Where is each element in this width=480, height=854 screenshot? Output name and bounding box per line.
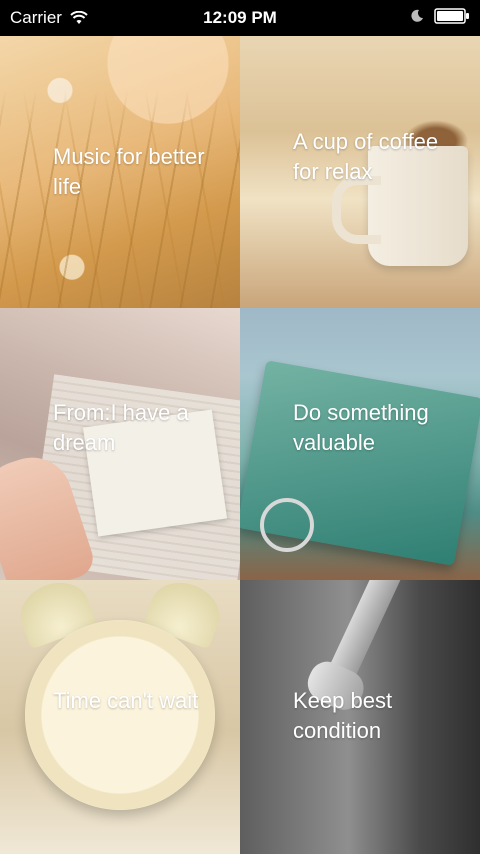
tile-title: Time can't wait: [53, 688, 199, 713]
moon-icon: [410, 9, 424, 23]
tile-grid: Music for better life A cup of coffee fo…: [0, 36, 480, 854]
tile-music[interactable]: Music for better life: [0, 36, 240, 308]
status-right: [410, 8, 470, 24]
status-time: 12:09 PM: [203, 8, 277, 27]
tile-time[interactable]: Time can't wait: [0, 580, 240, 854]
tile-title: Do something valuable: [293, 400, 429, 455]
tile-title: Music for better life: [53, 144, 205, 199]
tile-title: From:I have a dream: [53, 400, 189, 455]
tile-title: Keep best condition: [293, 688, 393, 743]
status-bar: Carrier 12:09 PM: [0, 0, 480, 36]
tile-dream[interactable]: From:I have a dream: [0, 308, 240, 580]
battery-icon: [434, 8, 470, 24]
ring-graphic: [260, 498, 314, 552]
tile-coffee[interactable]: A cup of coffee for relax: [240, 36, 480, 308]
tile-condition[interactable]: Keep best condition: [240, 580, 480, 854]
tile-valuable[interactable]: Do something valuable: [240, 308, 480, 580]
tile-title: A cup of coffee for relax: [293, 129, 439, 184]
